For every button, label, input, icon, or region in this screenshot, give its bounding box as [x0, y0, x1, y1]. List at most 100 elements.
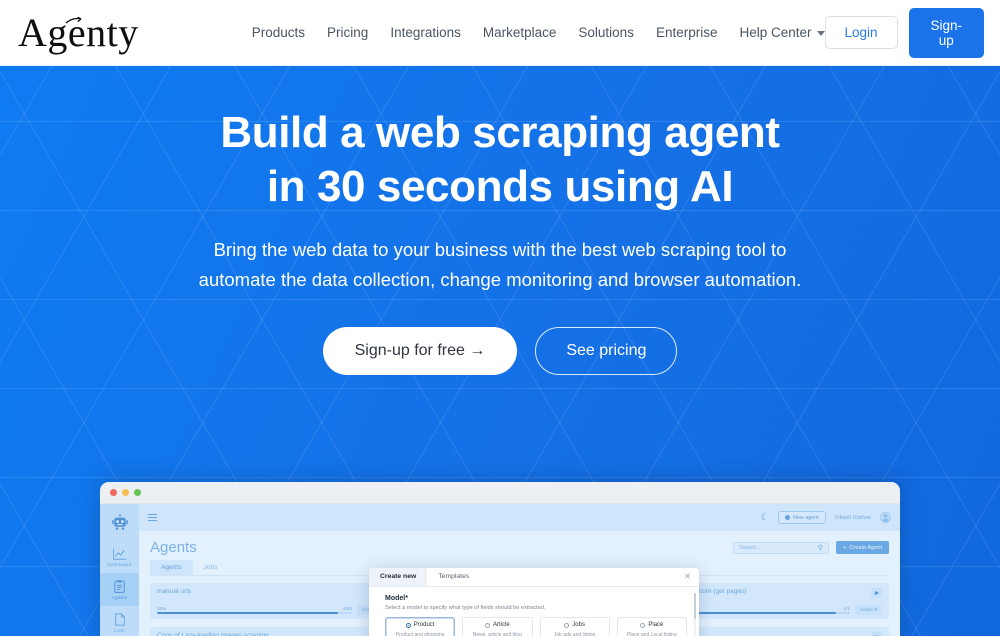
modal-tab-label: Create new — [380, 573, 417, 580]
sidebar-item-label: Lists — [114, 628, 125, 633]
action-label: Action — [859, 607, 874, 613]
model-option-name: Jobs — [572, 622, 585, 628]
sidebar-item-label: Dashboard — [107, 562, 132, 567]
model-option-name: Place — [648, 622, 664, 628]
play-icon — [874, 591, 879, 595]
nav-item-label: Marketplace — [482, 25, 557, 40]
login-button[interactable]: Login — [824, 16, 898, 49]
robot-icon — [111, 514, 128, 530]
nav-item-pricing[interactable]: Pricing — [327, 25, 368, 40]
chart-icon — [112, 548, 126, 560]
model-option-header: Place — [623, 622, 681, 628]
nav-item-label: Integrations — [390, 25, 461, 40]
app-body: Dashboard Agents Lists ☾ New agent Vikas… — [100, 504, 900, 636]
agent-card[interactable]: manual urls 15% 4/26 — [150, 583, 391, 619]
agent-card-footer: 15% 4/26 Action ▾ — [157, 605, 384, 615]
logo-text: Agenty — [18, 9, 139, 55]
model-field-help: Select a model to specify what type of f… — [385, 605, 546, 611]
nav-item-label: Solutions — [578, 25, 634, 40]
app-sidebar: Dashboard Agents Lists — [100, 504, 139, 636]
agents-page-title: Agents — [150, 539, 197, 556]
close-icon[interactable]: ✕ — [684, 573, 691, 581]
nav-item-label: Help Center — [739, 25, 812, 40]
maximize-window-dot-icon[interactable] — [134, 489, 141, 496]
see-pricing-button[interactable]: See pricing — [535, 327, 678, 376]
model-option-name: Article — [493, 622, 510, 628]
hero-title-line-1: Build a web scraping agent — [220, 108, 780, 157]
moon-icon[interactable]: ☾ — [761, 512, 769, 523]
modal-tab-templates[interactable]: Templates — [427, 568, 480, 586]
app-brand-logo[interactable] — [100, 508, 139, 541]
agents-page-actions: Search... ⚲ + Create Agent — [733, 541, 889, 554]
create-agent-modal: Create new Templates ✕ Model* Select a m… — [369, 568, 699, 636]
clipboard-icon — [114, 580, 125, 593]
app-content: Agents Search... ⚲ + Create Agent Agents… — [139, 531, 900, 636]
model-option-header: Article — [468, 622, 526, 628]
modal-tab-create-new[interactable]: Create new — [369, 568, 428, 586]
page-title: Build a web scraping agent in 30 seconds… — [150, 106, 850, 213]
create-agent-label: Create Agent — [849, 544, 882, 551]
avatar[interactable] — [880, 512, 891, 523]
sidebar-item-dashboard[interactable]: Dashboard — [100, 541, 139, 573]
model-option-sub: Job ads and listing — [553, 632, 596, 636]
model-option-name: Product — [413, 622, 435, 628]
modal-scrollbar[interactable] — [694, 593, 696, 636]
model-option-article[interactable]: Article News, article and blog — [462, 617, 533, 636]
model-option-place[interactable]: Place Place and Local listing — [616, 617, 687, 636]
primary-nav-links: Products Pricing Integrations Marketplac… — [252, 25, 825, 40]
document-icon — [114, 613, 125, 626]
hero-title-line-2: in 30 seconds using AI — [266, 161, 734, 211]
new-agent-label: New agent — [792, 514, 819, 521]
radio-icon — [405, 622, 411, 628]
modal-tab-label: Templates — [438, 573, 470, 580]
nav-item-products[interactable]: Products — [252, 25, 305, 40]
site-logo[interactable]: Agenty — [14, 9, 139, 55]
run-agent-button[interactable] — [871, 588, 882, 598]
hero-cta-row: Sign-up for free → See pricing — [0, 327, 1000, 376]
agent-action-dropdown[interactable]: Action ▾ — [854, 605, 882, 615]
create-agent-button[interactable]: + Create Agent — [836, 541, 889, 554]
hamburger-icon[interactable] — [148, 513, 157, 522]
nav-item-solutions[interactable]: Solutions — [578, 25, 634, 40]
tab-agents[interactable]: Agents — [150, 560, 193, 575]
sidebar-item-agents[interactable]: Agents — [100, 573, 139, 606]
search-input[interactable]: Search... ⚲ — [733, 541, 830, 554]
model-option-header: Product — [391, 622, 449, 628]
model-options-row: Product Product and shopping Article New… — [385, 617, 687, 636]
nav-item-label: Pricing — [327, 25, 369, 40]
close-window-dot-icon[interactable] — [110, 489, 117, 496]
signup-button[interactable]: Sign-up — [908, 7, 984, 58]
hero-section: Build a web scraping agent in 30 seconds… — [0, 66, 1000, 636]
tab-label: Jobs — [203, 564, 218, 571]
minimize-window-dot-icon[interactable] — [122, 489, 129, 496]
agents-page-header: Agents Search... ⚲ + Create Agent — [139, 531, 900, 560]
agent-card-title: manual urls — [157, 588, 192, 595]
user-name-label: Vikash Rathee — [834, 514, 871, 521]
tab-jobs[interactable]: Jobs — [193, 560, 229, 575]
nav-item-enterprise[interactable]: Enterprise — [656, 25, 718, 40]
agent-progress-labels: 15% 4/26 — [157, 606, 352, 611]
model-option-jobs[interactable]: Jobs Job ads and listing — [539, 617, 610, 636]
progress-fill — [157, 612, 339, 615]
agent-card-title: Copy of Lazy-loading images scraping — [157, 632, 269, 636]
app-top-bar-right: ☾ New agent Vikash Rathee — [761, 511, 891, 524]
plus-icon: + — [843, 544, 847, 551]
run-agent-button[interactable] — [871, 632, 882, 636]
nav-item-help-center[interactable]: Help Center — [739, 25, 825, 40]
nav-item-marketplace[interactable]: Marketplace — [483, 25, 557, 40]
agent-card[interactable]: Copy of Lazy-loading images scraping The… — [150, 627, 391, 636]
sidebar-item-lists[interactable]: Lists — [100, 606, 139, 636]
agent-progress-count: 4/26 — [342, 605, 352, 611]
nav-auth-actions: Login Sign-up — [824, 7, 984, 58]
nav-item-label: Products — [251, 25, 306, 40]
radio-icon — [640, 622, 646, 628]
sidebar-item-label: Agents — [111, 595, 128, 600]
new-agent-button[interactable]: New agent — [777, 511, 826, 524]
model-option-product[interactable]: Product Product and shopping — [385, 617, 456, 636]
signup-for-free-button[interactable]: Sign-up for free → — [322, 327, 518, 376]
nav-item-label: Enterprise — [655, 25, 718, 40]
model-option-sub: Place and Local listing — [626, 632, 677, 636]
nav-item-integrations[interactable]: Integrations — [390, 25, 461, 40]
search-placeholder: Search... — [739, 544, 761, 551]
hero-content: Build a web scraping agent in 30 seconds… — [0, 66, 1000, 376]
